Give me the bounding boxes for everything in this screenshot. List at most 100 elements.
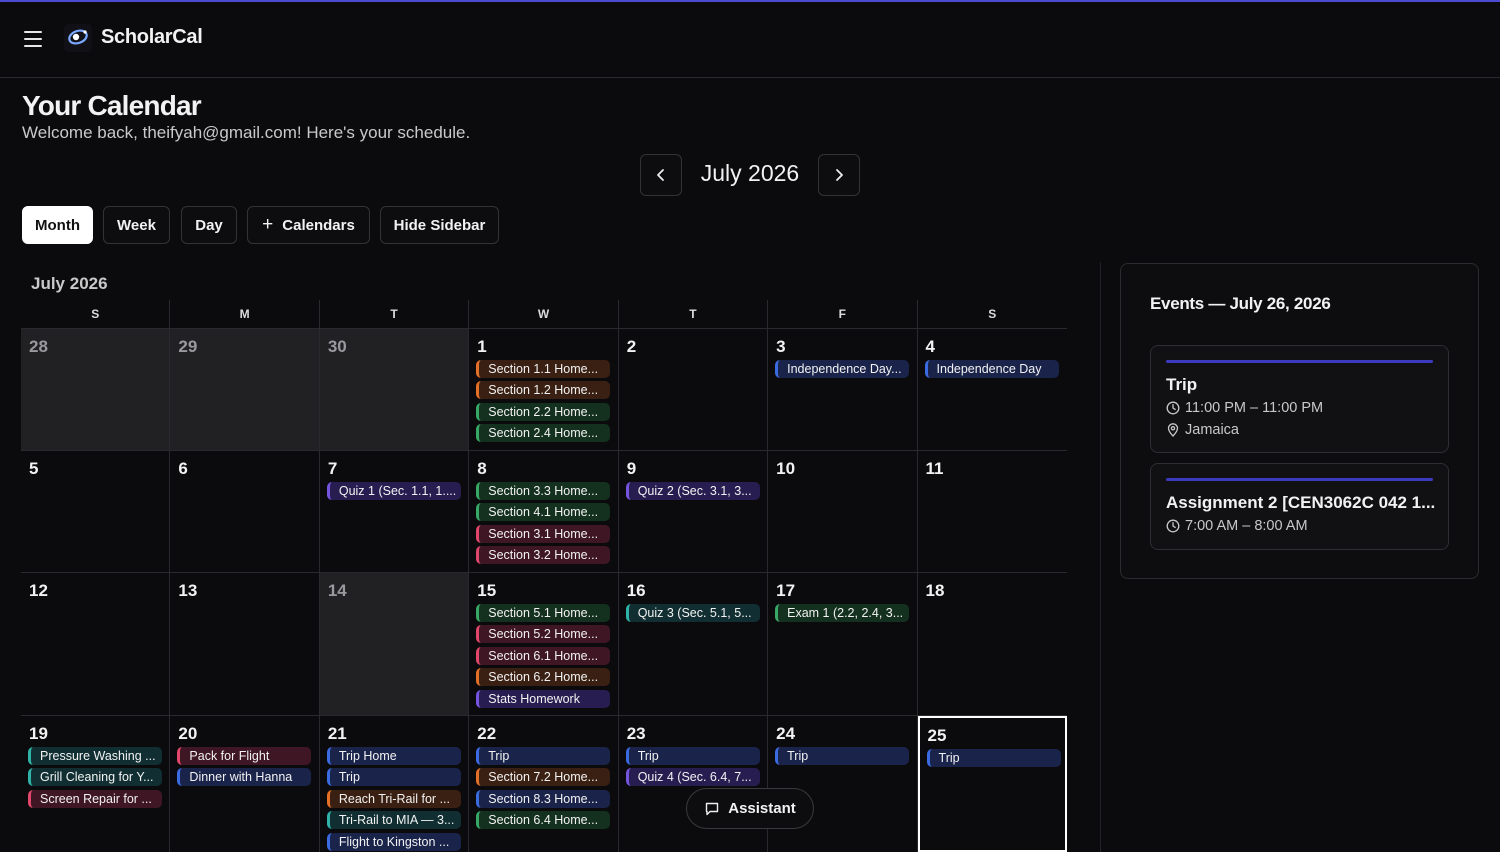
calendar-day-cell[interactable]: 20 Pack for Flight Dinner with Hanna (170, 716, 320, 852)
day-number: 21 (327, 724, 347, 743)
chat-icon (706, 802, 719, 815)
weekday-header: S (988, 307, 997, 321)
calendar-event-chip[interactable]: Quiz 2 (Sec. 3.1, 3... (625, 482, 760, 500)
calendar-event-chip[interactable]: Trip Home (326, 747, 461, 765)
calendar-event-chip[interactable]: Section 8.3 Home... (476, 789, 611, 808)
calendar-grid: SMTWTFS 28 29 30 1 Section 1.1 Home... Sectio… (21, 300, 1067, 852)
event-title: Trip (1166, 375, 1198, 394)
calendar-day-cell[interactable]: 7 Quiz 1 (Sec. 1.1, 1.... (320, 451, 470, 572)
map-pin-icon (1167, 423, 1179, 437)
brand-name[interactable]: ScholarCal (101, 26, 203, 49)
day-number: 24 (776, 724, 796, 743)
calendar-day-cell[interactable]: 11 (918, 451, 1067, 572)
calendar-event-chip[interactable]: Section 3.1 Home... (476, 524, 611, 543)
calendar-event-chip[interactable]: Section 6.2 Home... (476, 668, 611, 687)
calendar-event-chip[interactable]: Section 5.2 Home... (476, 625, 611, 644)
weekday-header: M (170, 300, 320, 328)
calendar-day-cell[interactable]: 10 (768, 451, 918, 572)
calendar-event-chip[interactable]: Section 3.2 Home... (476, 546, 611, 565)
day-number: 9 (626, 459, 637, 478)
calendar-day-cell[interactable]: 17 Exam 1 (2.2, 2.4, 3... (768, 573, 918, 715)
calendar-event-chip[interactable]: Trip (775, 747, 910, 765)
day-number: 3 (776, 337, 786, 356)
calendar-event-chip[interactable]: Section 6.4 Home... (476, 811, 611, 830)
calendar-day-cell[interactable]: 2 (619, 329, 769, 450)
calendar-day-cell[interactable]: 3 Independence Day... (768, 329, 918, 450)
calendar-event-chip[interactable]: Section 4.1 Home... (476, 503, 611, 522)
calendar-day-cell[interactable]: 24 Trip (768, 716, 918, 852)
calendar-day-cell[interactable]: 14 (319, 573, 470, 715)
calendar-event-chip[interactable]: Independence Day (924, 360, 1059, 378)
calendar-day-cell[interactable]: 12 (21, 573, 171, 715)
calendars-button[interactable]: + Calendars (247, 206, 370, 244)
calendar-event-chip[interactable]: Quiz 1 (Sec. 1.1, 1.... (326, 482, 461, 500)
calendar-day-cell[interactable]: 25 Trip (917, 716, 1067, 852)
calendar-event-chip[interactable]: Independence Day... (775, 360, 910, 378)
calendar-event-chip[interactable]: Tri-Rail to MIA — 3... (326, 811, 461, 830)
calendar-day-cell[interactable]: 23 Trip Quiz 4 (Sec. 6.4, 7... (619, 716, 769, 852)
calendar-day-cell[interactable]: 5 (21, 451, 171, 572)
day-number: 18 (925, 581, 945, 600)
calendar-event-chip[interactable]: Quiz 3 (Sec. 5.1, 5... (625, 604, 760, 622)
day-number: 11 (925, 459, 944, 478)
assistant-button[interactable]: Assistant (686, 788, 814, 829)
day-number: 13 (178, 581, 198, 600)
calendar-day-cell[interactable]: 6 (170, 451, 320, 572)
calendar-day-cell[interactable]: 29 (170, 329, 320, 450)
calendar-event-chip[interactable]: Trip (625, 747, 760, 765)
calendar-event-chip[interactable]: Trip (326, 768, 461, 787)
calendar-day-cell[interactable]: 15 Section 5.1 Home... Section 5.2 Home...… (469, 573, 619, 715)
event-location: Jamaica (1166, 422, 1239, 438)
calendar-event-chip[interactable]: Exam 1 (2.2, 2.4, 3... (775, 604, 910, 622)
calendar-day-cell[interactable]: 18 (918, 573, 1067, 715)
calendar-day-cell[interactable]: 21 Trip Home Trip Reach Tri-Rail for ... Tri… (320, 716, 470, 852)
tab-day[interactable]: Day (181, 206, 237, 244)
tab-week[interactable]: Week (103, 206, 170, 244)
event-card-trip[interactable]: Trip 11:00 PM – 11:00 PM Jamaica (1150, 345, 1449, 453)
calendar-event-chip[interactable]: Dinner with Hanna (177, 768, 312, 787)
calendar-day-cell[interactable]: 30 (319, 329, 470, 450)
calendar-event-chip[interactable]: Section 1.2 Home... (476, 381, 611, 400)
calendar-event-chip[interactable]: Section 2.2 Home... (476, 402, 611, 421)
calendar-event-chip[interactable]: Trip (476, 747, 611, 765)
day-number: 1 (477, 337, 487, 356)
calendar-event-chip[interactable]: Quiz 4 (Sec. 6.4, 7... (625, 768, 760, 787)
calendar-day-cell[interactable]: 9 Quiz 2 (Sec. 3.1, 3... (619, 451, 769, 572)
calendar-day-cell[interactable]: 8 Section 3.3 Home... Section 4.1 Home... S… (469, 451, 619, 572)
weekday-header: F (768, 300, 918, 328)
menu-icon[interactable] (24, 31, 42, 47)
hide-sidebar-button[interactable]: Hide Sidebar (380, 206, 499, 244)
calendar-event-chip[interactable]: Section 3.3 Home... (476, 482, 611, 500)
calendar-event-chip[interactable]: Section 7.2 Home... (476, 768, 611, 787)
calendar-event-chip[interactable]: Section 2.4 Home... (476, 424, 611, 443)
calendar-event-chip[interactable]: Grill Cleaning for Y... (28, 768, 162, 787)
calendar-day-cell[interactable]: 16 Quiz 3 (Sec. 5.1, 5... (619, 573, 769, 715)
event-title: Assignment 2 [CEN3062C 042 1... (1166, 493, 1436, 512)
calendar-event-chip[interactable]: Trip (926, 749, 1061, 767)
calendar-event-chip[interactable]: Reach Tri-Rail for ... (326, 789, 461, 808)
calendar-event-chip[interactable]: Flight to Kingston ... (326, 832, 461, 851)
calendar-event-chip[interactable]: Screen Repair for ... (28, 789, 162, 808)
calendar-event-chip[interactable]: Pack for Flight (177, 747, 312, 765)
calendar-event-chip[interactable]: Section 6.1 Home... (476, 646, 611, 665)
calendar-event-chip[interactable]: Section 1.1 Home... (476, 360, 611, 378)
calendar-day-cell[interactable]: 1 Section 1.1 Home... Section 1.2 Home... S… (469, 329, 619, 450)
event-card-assignment[interactable]: Assignment 2 [CEN3062C 042 1... 7:00 AM … (1150, 463, 1449, 550)
day-number: 15 (477, 581, 497, 600)
event-time: 7:00 AM – 8:00 AM (1166, 518, 1308, 534)
calendar-day-cell[interactable]: 22 Trip Section 7.2 Home... Section 8.3 Hom… (469, 716, 619, 852)
calendar-event-chip[interactable]: Pressure Washing ... (28, 747, 162, 765)
day-number: 10 (776, 459, 796, 478)
chevron-right-icon (836, 169, 843, 181)
tab-month[interactable]: Month (22, 206, 93, 244)
calendar-event-chip[interactable]: Section 5.1 Home... (476, 604, 611, 622)
calendar-day-cell[interactable]: 13 (170, 573, 320, 715)
calendar-event-chip[interactable]: Stats Homework (476, 689, 611, 708)
day-number: 28 (29, 337, 48, 356)
day-number: 20 (178, 724, 198, 743)
next-month-button[interactable] (818, 154, 860, 196)
calendar-day-cell[interactable]: 4 Independence Day (918, 329, 1067, 450)
prev-month-button[interactable] (640, 154, 682, 196)
calendar-day-cell[interactable]: 19 Pressure Washing ... Grill Cleaning for… (21, 716, 171, 852)
calendar-day-cell[interactable]: 28 (21, 329, 171, 450)
